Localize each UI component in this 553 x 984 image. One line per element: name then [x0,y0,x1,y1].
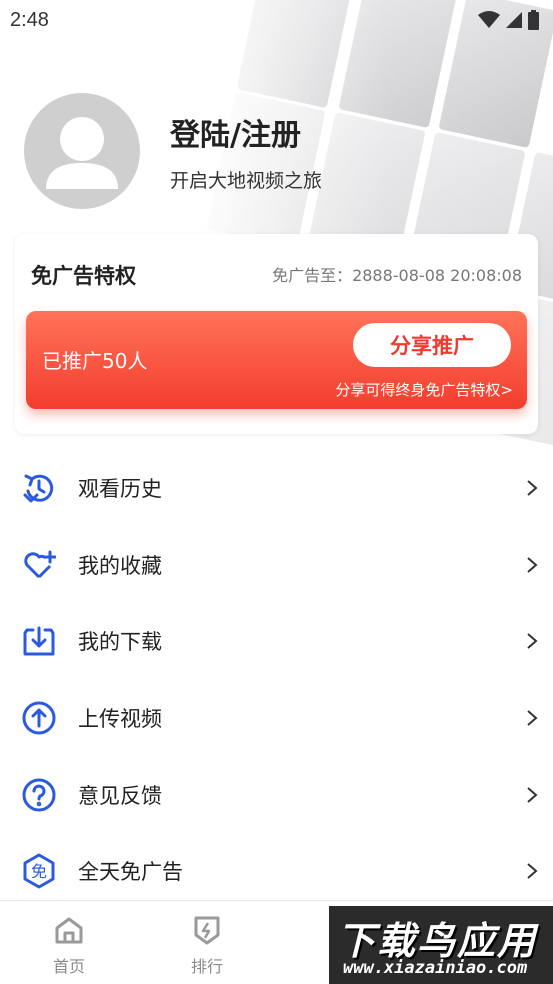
profile-subtitle: 开启大地视频之旅 [170,169,323,192]
login-register-link[interactable]: 登陆/注册 [170,110,322,154]
no-ads-icon: 免 [21,853,57,889]
ad-free-title: 免广告特权 [31,264,136,288]
upload-icon [21,700,57,736]
promotion-note-link[interactable]: 分享可得终身免广告特权> [335,379,513,400]
promotion-banner: 已推广50人 分享推广 分享可得终身免广告特权> [26,311,527,409]
chevron-right-icon [523,709,541,727]
profile-header[interactable]: 登陆/注册 开启大地视频之旅 [24,93,322,209]
chevron-right-icon [523,786,541,804]
menu-label: 我的下载 [78,630,162,655]
nav-label-home: 首页 [52,957,85,976]
promotion-count: 已推广50人 [42,349,148,373]
chevron-right-icon [523,556,541,574]
watermark-logo: 下载鸟应用 www.xiazainiao.com [329,906,553,984]
home-icon [34,913,104,947]
menu-list: 观看历史 我的收藏 我的下载 上传视频 意见反馈 免 全天免广告 [0,450,553,910]
menu-item-no-ads[interactable]: 免 全天免广告 [0,833,553,910]
user-placeholder-icon [46,117,118,189]
chevron-right-icon [523,632,541,650]
favorite-heart-icon [21,547,57,583]
menu-item-favorites[interactable]: 我的收藏 [0,527,553,604]
nav-label-ranking: 排行 [190,957,223,976]
svg-text:免: 免 [31,862,47,881]
battery-icon [528,10,539,30]
menu-label: 意见反馈 [78,783,162,808]
history-icon [21,470,57,506]
menu-label: 全天免广告 [78,860,183,885]
chevron-right-icon [523,862,541,880]
watermark-url-text: www.xiazainiao.com [343,958,528,978]
wifi-icon [478,11,500,28]
status-bar: 2:48 [0,0,553,40]
feedback-question-icon [21,777,57,813]
ranking-icon [172,913,242,947]
nav-item-home[interactable]: 首页 [34,913,104,977]
avatar[interactable] [24,93,140,209]
menu-item-upload-video[interactable]: 上传视频 [0,680,553,757]
menu-label: 上传视频 [78,707,162,732]
ad-free-card: 免广告特权 免广告至：2888-08-08 20:08:08 已推广50人 分享… [15,234,538,434]
menu-label: 我的收藏 [78,553,162,578]
menu-label: 观看历史 [78,477,162,502]
menu-item-watch-history[interactable]: 观看历史 [0,450,553,527]
share-promote-button[interactable]: 分享推广 [353,323,511,367]
chevron-right-icon [523,479,541,497]
signal-icon [506,12,522,28]
menu-item-downloads[interactable]: 我的下载 [0,603,553,680]
watermark-main-text: 下载鸟应用 [337,919,538,963]
status-time: 2:48 [10,8,49,31]
menu-item-feedback[interactable]: 意见反馈 [0,756,553,833]
ad-free-expire-text: 免广告至：2888-08-08 20:08:08 [272,266,522,285]
nav-item-ranking[interactable]: 排行 [172,913,242,977]
download-icon [21,623,57,659]
